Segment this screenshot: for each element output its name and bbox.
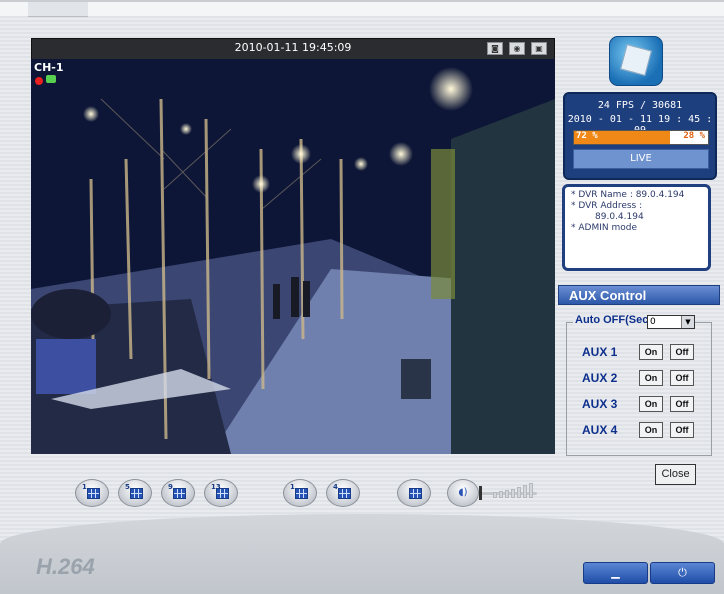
volume-step	[511, 489, 515, 498]
dvr-info-panel: * DVR Name : 89.0.4.194 * DVR Address : …	[562, 184, 711, 271]
auto-off-value: 0	[650, 317, 656, 327]
dvr-address-value: 89.0.4.194	[595, 212, 644, 222]
motion-status-icon	[46, 75, 56, 83]
video-feed[interactable]: CH-1	[31, 59, 555, 454]
aux-4-on-button[interactable]: On	[639, 422, 663, 438]
layout-9-button[interactable]: 9	[161, 479, 195, 507]
usage-bar: 72 % 28 %	[573, 130, 709, 145]
dvr-address-label: * DVR Address :	[571, 201, 643, 211]
live-button[interactable]: LIVE	[573, 149, 709, 169]
grid-icon	[130, 488, 143, 499]
grid-icon	[173, 488, 186, 499]
grid-icon	[409, 488, 422, 499]
aux-4-label: AUX 4	[582, 423, 618, 437]
volume-step	[499, 491, 503, 498]
app-logo-icon	[609, 36, 663, 86]
aux-row-4: AUX 4 On Off	[578, 420, 708, 442]
volume-step	[505, 490, 509, 498]
snapshot-icon[interactable]: ◙	[487, 42, 503, 55]
layout-grid-button[interactable]	[397, 479, 431, 507]
top-strip	[0, 2, 724, 17]
aux-row-1: AUX 1 On Off	[578, 342, 708, 364]
layout-13-button[interactable]: 13	[204, 479, 238, 507]
volume-handle[interactable]	[479, 486, 482, 500]
chevron-down-icon[interactable]: ▼	[681, 316, 694, 328]
volume-step	[523, 485, 527, 498]
aux-4-off-button[interactable]: Off	[670, 422, 694, 438]
cube-icon	[620, 44, 652, 76]
usage-left-percent: 72 %	[576, 131, 598, 141]
aux-control-header: AUX Control	[558, 285, 720, 305]
minimize-button[interactable]: ▁	[583, 562, 648, 584]
grid-icon	[87, 488, 100, 499]
aux-row-3: AUX 3 On Off	[578, 394, 708, 416]
record-status-icon	[35, 77, 43, 85]
volume-step	[529, 483, 533, 498]
layout-quad-button[interactable]: 4	[326, 479, 360, 507]
auto-off-label: Auto OFF(Sec)	[573, 314, 654, 326]
timestamp-text: 2010-01-11 19:45:09	[234, 41, 352, 54]
aux-row-2: AUX 2 On Off	[578, 368, 708, 390]
aux-3-label: AUX 3	[582, 397, 618, 411]
aux-1-off-button[interactable]: Off	[670, 344, 694, 360]
volume-step	[517, 487, 521, 498]
close-button[interactable]: Close	[655, 464, 696, 485]
admin-mode-line: * ADMIN mode	[571, 223, 637, 233]
aux-1-on-button[interactable]: On	[639, 344, 663, 360]
grid-icon	[338, 488, 351, 499]
fullscreen-icon[interactable]: ▣	[531, 42, 547, 55]
fps-readout: 24 FPS / 30681	[597, 100, 683, 111]
dvr-viewer-window: 2010-01-11 19:45:09 ◙ ◉ ▣ CH-1 24 FPS / …	[0, 0, 724, 594]
aux-2-label: AUX 2	[582, 371, 618, 385]
aux-2-off-button[interactable]: Off	[670, 370, 694, 386]
layout-5-button[interactable]: 5	[118, 479, 152, 507]
channel-label: CH-1	[34, 61, 64, 74]
auto-off-select[interactable]: 0 ▼	[647, 315, 695, 329]
codec-brand: H.264	[36, 554, 95, 579]
power-button[interactable]: ⏻	[650, 562, 715, 584]
aux-3-on-button[interactable]: On	[639, 396, 663, 412]
volume-step	[493, 492, 497, 498]
aux-1-label: AUX 1	[582, 345, 618, 359]
video-title-bar: 2010-01-11 19:45:09 ◙ ◉ ▣	[31, 38, 555, 60]
record-icon[interactable]: ◉	[509, 42, 525, 55]
status-panel: 24 FPS / 30681 2010 - 01 - 11 19 : 45 : …	[563, 92, 717, 180]
grid-icon	[295, 488, 308, 499]
volume-slider[interactable]	[479, 482, 539, 500]
usage-right-percent: 28 %	[683, 131, 705, 141]
aux-2-on-button[interactable]: On	[639, 370, 663, 386]
street-scene-image	[31, 59, 555, 454]
grid-icon	[216, 488, 229, 499]
speaker-icon[interactable]: ◖)	[447, 479, 479, 507]
layout-single-button[interactable]: 1	[283, 479, 317, 507]
aux-3-off-button[interactable]: Off	[670, 396, 694, 412]
dvr-name-line: * DVR Name : 89.0.4.194	[571, 190, 685, 200]
top-tab	[28, 2, 88, 17]
layout-1-button[interactable]: 1	[75, 479, 109, 507]
